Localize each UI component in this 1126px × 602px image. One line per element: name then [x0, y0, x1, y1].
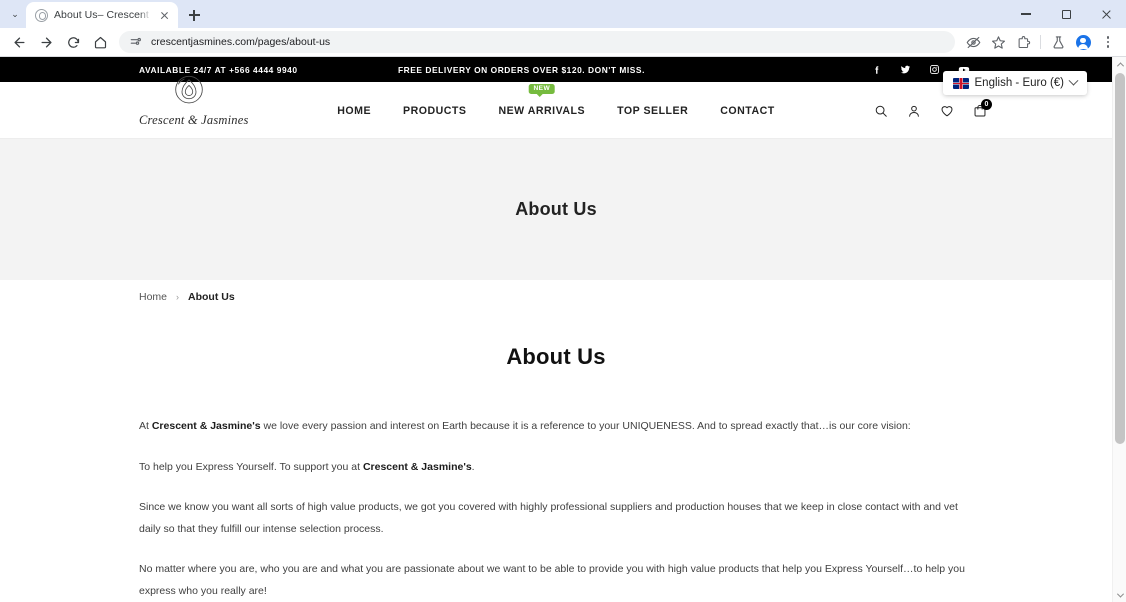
- star-icon[interactable]: [986, 30, 1010, 54]
- minimize-window-button[interactable]: [1006, 0, 1046, 28]
- browser-tab[interactable]: About Us– Crescent & Jasmine: [26, 2, 178, 28]
- article-paragraph: No matter where you are, who you are and…: [139, 559, 973, 602]
- nav-label: NEW ARRIVALS: [498, 104, 586, 117]
- paragraph-text: Since we know you want all sorts of high…: [139, 501, 958, 535]
- scroll-down-arrow-icon[interactable]: [1113, 588, 1126, 602]
- scrollbar-thumb[interactable]: [1115, 73, 1125, 444]
- paragraph-text: No matter where you are, who you are and…: [139, 563, 965, 597]
- nav-label: HOME: [337, 104, 372, 117]
- page-hero-banner: About Us: [0, 139, 1112, 280]
- paragraph-text: .: [471, 460, 475, 473]
- wishlist-heart-icon[interactable]: [940, 104, 954, 118]
- back-button[interactable]: [6, 29, 32, 55]
- article-paragraph: To help you Express Yourself. To support…: [139, 457, 973, 479]
- nav-label: CONTACT: [720, 104, 775, 117]
- cart-icon[interactable]: 0: [973, 98, 992, 118]
- nav-label: PRODUCTS: [403, 104, 467, 117]
- eye-slash-icon[interactable]: [961, 30, 985, 54]
- home-button[interactable]: [87, 29, 113, 55]
- instagram-icon[interactable]: [929, 64, 940, 75]
- search-icon[interactable]: [874, 104, 888, 118]
- profile-avatar[interactable]: [1071, 30, 1095, 54]
- paragraph-text: To help you Express Yourself. To support…: [139, 460, 363, 473]
- close-window-button[interactable]: [1086, 0, 1126, 28]
- page-title: About Us: [506, 344, 606, 369]
- address-bar[interactable]: crescentjasmines.com/pages/about-us: [119, 31, 955, 53]
- announcement-message-right: FREE DELIVERY ON ORDERS OVER $120. DON'T…: [398, 64, 645, 75]
- three-dot-menu-icon[interactable]: [1096, 30, 1120, 54]
- breadcrumb-current: About Us: [188, 291, 235, 303]
- new-tab-button[interactable]: [181, 2, 207, 28]
- browser-window: ⌄ About Us– Crescent & Jasmine: [0, 0, 1126, 602]
- article-paragraph: At Crescent & Jasmine's we love every pa…: [139, 416, 973, 438]
- user-account-icon[interactable]: [907, 104, 921, 118]
- uk-flag-icon: [952, 77, 969, 89]
- paragraph-text: we love every passion and interest on Ea…: [260, 420, 911, 432]
- nav-item-top-seller[interactable]: TOP SELLER: [617, 105, 688, 117]
- breadcrumb: Home › About Us: [0, 280, 1112, 314]
- brand-name: Crescent & Jasmine's: [151, 420, 261, 432]
- site-favicon: [35, 8, 48, 22]
- tab-search-chevron-icon[interactable]: ⌄: [4, 0, 26, 28]
- page-settings-icon[interactable]: [129, 35, 143, 49]
- window-controls: [1006, 0, 1126, 28]
- breadcrumb-home-link[interactable]: Home: [139, 291, 167, 303]
- browser-toolbar: crescentjasmines.com/pages/about-us: [0, 28, 1126, 56]
- chevron-down-icon: [1068, 75, 1079, 86]
- url-text: crescentjasmines.com/pages/about-us: [151, 36, 331, 48]
- nav-item-contact[interactable]: CONTACT: [720, 105, 775, 117]
- breadcrumb-separator-icon: ›: [176, 292, 180, 302]
- toolbar-actions: [961, 30, 1120, 54]
- page-scrollbar[interactable]: [1112, 57, 1126, 602]
- scroll-up-arrow-icon[interactable]: [1113, 57, 1126, 71]
- twitter-icon[interactable]: [900, 64, 911, 75]
- website-page: AVAILABLE 24/7 AT +566 4444 9940 FREE DE…: [0, 57, 1112, 602]
- nav-item-home[interactable]: HOME: [337, 105, 371, 117]
- close-tab-icon[interactable]: [157, 8, 172, 23]
- toolbar-divider: [1040, 35, 1041, 49]
- page-viewport: AVAILABLE 24/7 AT +566 4444 9940 FREE DE…: [0, 57, 1126, 602]
- new-badge: NEW: [528, 83, 556, 97]
- brand-name: Crescent & Jasmine's: [362, 460, 472, 473]
- paragraph-text: At: [139, 420, 152, 432]
- maximize-window-button[interactable]: [1046, 0, 1086, 28]
- article-paragraph: Since we know you want all sorts of high…: [139, 497, 973, 540]
- nav-item-products[interactable]: PRODUCTS: [403, 105, 466, 117]
- forward-button[interactable]: [33, 29, 59, 55]
- hero-title: About Us: [515, 199, 597, 219]
- flask-labs-icon[interactable]: [1046, 30, 1070, 54]
- tab-strip: ⌄ About Us– Crescent & Jasmine: [0, 0, 1126, 28]
- nav-label: TOP SELLER: [617, 104, 689, 117]
- facebook-icon[interactable]: [872, 65, 882, 75]
- language-currency-selector[interactable]: English - Euro (€): [942, 71, 1087, 95]
- cart-count-badge: 0: [981, 98, 992, 110]
- nav-item-new-arrivals[interactable]: NEW NEW ARRIVALS: [498, 83, 586, 117]
- article-body: At Crescent & Jasmine's we love every pa…: [139, 416, 973, 602]
- puzzle-extension-icon[interactable]: [1011, 30, 1035, 54]
- about-article: About Us At Crescent & Jasmine's we love…: [0, 344, 1112, 602]
- tab-title: About Us– Crescent & Jasmine: [54, 9, 151, 21]
- reload-button[interactable]: [60, 29, 86, 55]
- language-selector-label: English - Euro (€): [974, 77, 1064, 89]
